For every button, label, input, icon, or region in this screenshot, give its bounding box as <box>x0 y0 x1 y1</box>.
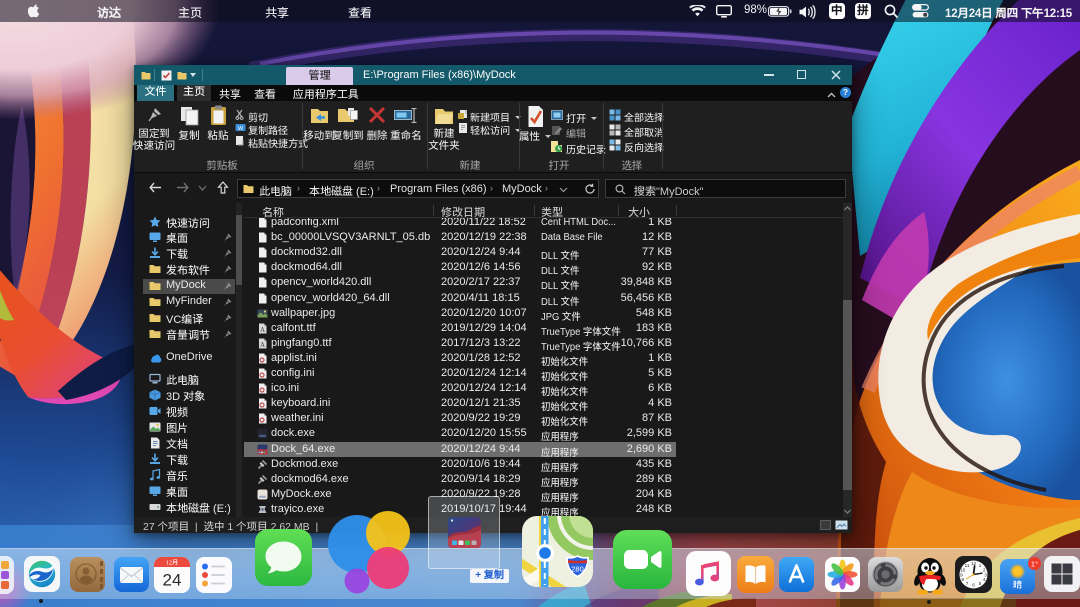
svg-text:280: 280 <box>571 565 584 574</box>
svg-text:8: 8 <box>962 577 965 582</box>
svg-text:11: 11 <box>965 563 970 568</box>
svg-text:A: A <box>260 326 265 334</box>
svg-text:1°: 1° <box>1031 559 1038 568</box>
svg-text:4: 4 <box>983 577 986 582</box>
svg-text:12月: 12月 <box>166 558 178 567</box>
svg-text:5: 5 <box>979 581 982 586</box>
svg-text:12: 12 <box>971 561 977 566</box>
svg-text:1: 1 <box>979 563 982 568</box>
svg-text:W: W <box>238 126 244 132</box>
svg-text:6: 6 <box>972 582 975 587</box>
svg-text:24: 24 <box>163 571 182 590</box>
svg-text:9: 9 <box>960 572 963 577</box>
svg-text:A: A <box>260 341 265 349</box>
svg-text:7: 7 <box>966 581 969 586</box>
svg-text:10: 10 <box>960 568 966 573</box>
svg-text:晴: 晴 <box>1013 578 1022 591</box>
